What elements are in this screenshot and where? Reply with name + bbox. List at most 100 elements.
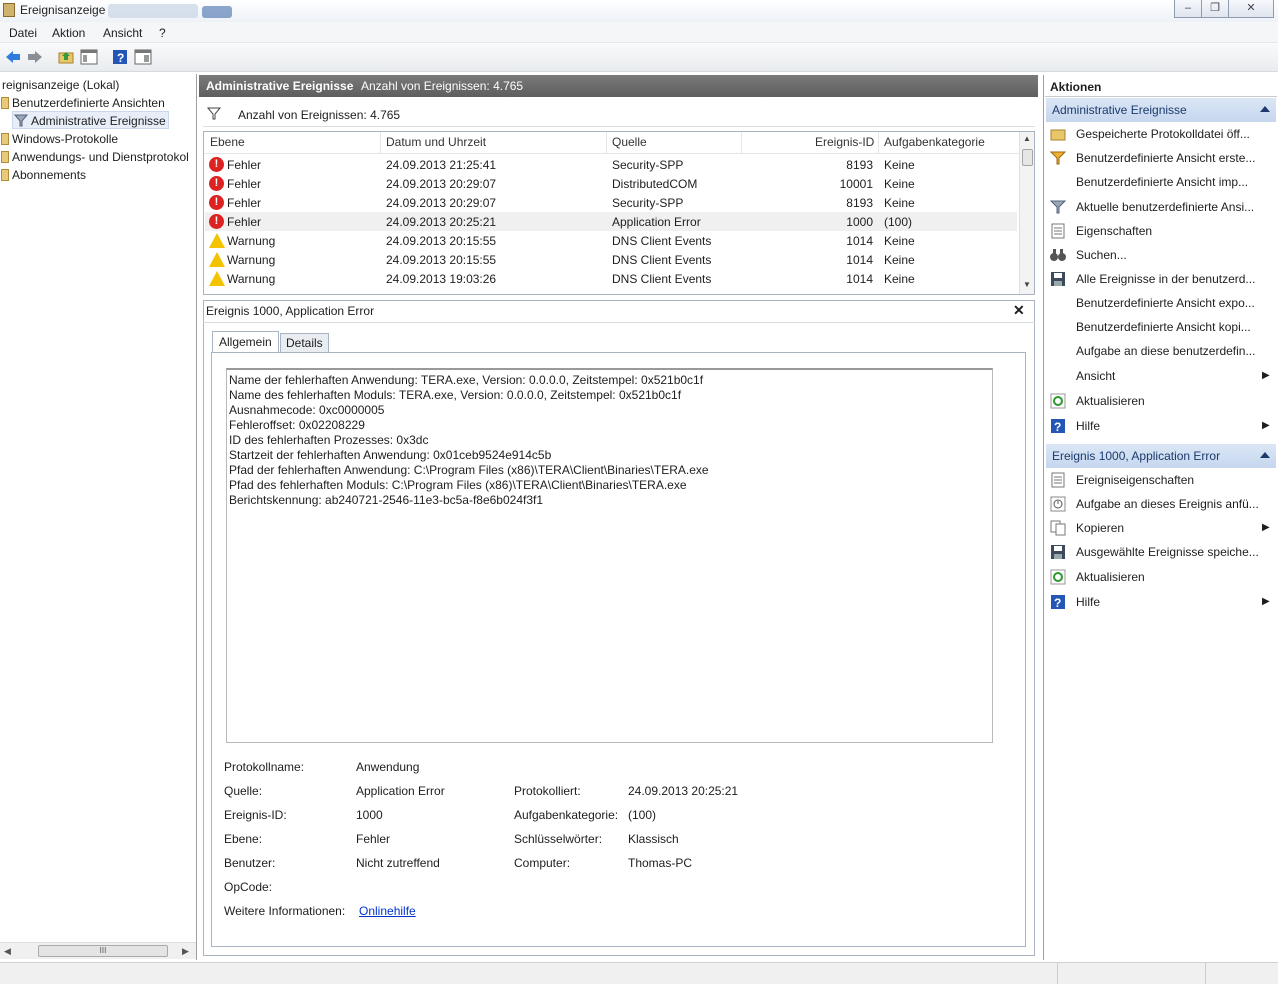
action-aktuelle-ansicht-filtern[interactable]: Aktuelle benutzerdefinierte Ansi...: [1076, 200, 1254, 214]
window-title: Ereignisanzeige: [20, 3, 106, 17]
action-ansicht-erstellen[interactable]: Benutzerdefinierte Ansicht erste...: [1076, 151, 1255, 165]
menu-help[interactable]: ?: [159, 26, 166, 40]
action-hilfe[interactable]: Hilfe: [1076, 419, 1100, 433]
help-icon: ?: [1050, 594, 1066, 610]
column-header-datum[interactable]: Datum und Uhrzeit: [386, 135, 486, 149]
help-icon[interactable]: ?: [111, 48, 129, 66]
scroll-left-arrow-icon[interactable]: ◀: [4, 946, 11, 957]
event-properties-icon: [1050, 472, 1066, 488]
column-header-ereignis-id[interactable]: Ereignis-ID: [815, 135, 874, 149]
action-aufgabe-anfuegen[interactable]: Aufgabe an diese benutzerdefin...: [1076, 344, 1255, 358]
minimize-button[interactable]: –: [1174, 0, 1202, 18]
tree-horizontal-scrollbar[interactable]: ◀ III ▶: [0, 942, 196, 959]
console-tree: [0, 74, 197, 960]
action-ansicht-importieren[interactable]: Benutzerdefinierte Ansicht imp...: [1076, 175, 1248, 189]
table-row[interactable]: ! Fehler 24.09.2013 21:25:41 Security-SP…: [205, 155, 1017, 174]
menu-datei[interactable]: Datei: [9, 26, 37, 40]
label-opcode: OpCode:: [224, 880, 273, 894]
action-ansicht-exportieren[interactable]: Benutzerdefinierte Ansicht expo...: [1076, 296, 1255, 310]
maximize-button[interactable]: ❐: [1201, 0, 1229, 18]
error-icon: !: [209, 195, 224, 210]
forward-arrow-icon[interactable]: [26, 48, 44, 66]
table-row[interactable]: Warnung 24.09.2013 20:15:55 DNS Client E…: [205, 250, 1017, 269]
refresh-icon: [1050, 393, 1066, 409]
svg-text:?: ?: [117, 51, 124, 65]
scroll-up-arrow-icon[interactable]: ▲: [1023, 134, 1031, 143]
tree-item-administrative-ereignisse[interactable]: Administrative Ereignisse: [13, 114, 166, 128]
table-row[interactable]: Warnung 24.09.2013 20:15:55 DNS Client E…: [205, 231, 1017, 250]
column-header-ebene[interactable]: Ebene: [210, 135, 245, 149]
back-arrow-icon[interactable]: [4, 48, 22, 66]
tab-details[interactable]: Details: [280, 333, 329, 353]
table-row[interactable]: ! Fehler 24.09.2013 20:29:07 Distributed…: [205, 174, 1017, 193]
binoculars-icon: [1050, 247, 1066, 263]
table-row[interactable]: Warnung 24.09.2013 19:03:26 DNS Client E…: [205, 269, 1017, 288]
filter-count-text: Anzahl von Ereignissen: 4.765: [238, 108, 401, 122]
taskbar-tab-blurred-2: [202, 6, 232, 18]
action-hilfe-2[interactable]: Hilfe: [1076, 595, 1100, 609]
action-ansicht-menu[interactable]: Ansicht: [1076, 369, 1115, 383]
collapse-arrow-icon[interactable]: [1260, 106, 1270, 112]
message-line: Fehleroffset: 0x02208229: [229, 418, 365, 432]
label-aufgabenkategorie: Aufgabenkategorie:: [514, 808, 619, 822]
scroll-down-arrow-icon[interactable]: ▼: [1023, 280, 1031, 289]
folder-icon: [1, 97, 9, 109]
scroll-thumb[interactable]: [1022, 149, 1033, 166]
refresh-icon: [1050, 569, 1066, 585]
center-pane-header: Administrative Ereignisse Anzahl von Ere…: [199, 75, 1038, 97]
message-line: Berichtskennung: ab240721-2546-11e3-bc5a…: [229, 493, 544, 507]
detail-title: Ereignis 1000, Application Error: [206, 304, 375, 318]
table-row-selected[interactable]: ! Fehler 24.09.2013 20:25:21 Application…: [205, 212, 1017, 231]
menu-aktion[interactable]: Aktion: [52, 26, 85, 40]
onlinehilfe-link[interactable]: Onlinehilfe: [359, 904, 416, 918]
help-icon: ?: [1050, 418, 1066, 434]
event-message-box[interactable]: Name der fehlerhaften Anwendung: TERA.ex…: [226, 368, 993, 743]
message-line: Pfad des fehlerhaften Moduls: C:\Program…: [229, 478, 687, 492]
label-ereignis-id: Ereignis-ID:: [224, 808, 287, 822]
save-icon: [1050, 544, 1066, 560]
message-line: Pfad der fehlerhaften Anwendung: C:\Prog…: [229, 463, 709, 477]
menu-ansicht[interactable]: Ansicht: [103, 26, 142, 40]
close-window-button[interactable]: ✕: [1228, 0, 1274, 18]
toolbar: [0, 43, 1278, 72]
show-hide-console-tree-icon[interactable]: [80, 48, 98, 66]
action-suchen[interactable]: Suchen...: [1076, 248, 1127, 262]
action-ereigniseigenschaften[interactable]: Ereigniseigenschaften: [1076, 473, 1194, 487]
table-vertical-scrollbar[interactable]: ▲ ▼: [1019, 132, 1034, 294]
action-ansicht-kopieren[interactable]: Benutzerdefinierte Ansicht kopi...: [1076, 320, 1251, 334]
value-protokolliert: 24.09.2013 20:25:21: [628, 784, 739, 798]
event-viewer-app-icon: [3, 3, 15, 17]
tree-item-benutzerdefinierte-ansichten[interactable]: Benutzerdefinierte Ansichten: [1, 96, 165, 110]
tree-root[interactable]: reignisanzeige (Lokal): [2, 78, 119, 92]
value-protokollname: Anwendung: [356, 760, 420, 774]
action-gespeicherte-protokolldatei[interactable]: Gespeicherte Protokolldatei öff...: [1076, 127, 1250, 141]
tab-allgemein[interactable]: Allgemein: [212, 331, 279, 354]
column-header-aufgabenkategorie[interactable]: Aufgabenkategorie: [884, 135, 985, 149]
detail-close-button[interactable]: ✕: [1013, 302, 1025, 319]
label-protokolliert: Protokolliert:: [514, 784, 581, 798]
section-header-administrative-ereignisse[interactable]: Administrative Ereignisse: [1046, 98, 1276, 122]
tree-item-windows-protokolle[interactable]: Windows-Protokolle: [1, 132, 118, 146]
action-kopieren[interactable]: Kopieren: [1076, 521, 1124, 535]
action-ausgewaehlte-speichern[interactable]: Ausgewählte Ereignisse speiche...: [1076, 545, 1259, 559]
task-icon: [1050, 496, 1066, 512]
folder-up-icon[interactable]: [57, 48, 75, 66]
scroll-right-arrow-icon[interactable]: ▶: [182, 946, 189, 957]
table-row[interactable]: ! Fehler 24.09.2013 20:29:07 Security-SP…: [205, 193, 1017, 212]
action-alle-ereignisse-speichern[interactable]: Alle Ereignisse in der benutzerd...: [1076, 272, 1255, 286]
collapse-arrow-icon[interactable]: [1260, 452, 1270, 458]
scroll-thumb[interactable]: III: [38, 945, 168, 957]
section-header-ereignis[interactable]: Ereignis 1000, Application Error: [1046, 444, 1276, 468]
label-computer: Computer:: [514, 856, 571, 870]
tree-item-anwendungs-und-dienstprotokolle[interactable]: Anwendungs- und Dienstprotokol: [1, 150, 196, 164]
message-line: Name des fehlerhaften Moduls: TERA.exe, …: [229, 388, 682, 402]
table-header: Ebene Datum und Uhrzeit Quelle Ereignis-…: [204, 132, 1020, 154]
tree-item-abonnements[interactable]: Abonnements: [1, 168, 86, 182]
column-header-quelle[interactable]: Quelle: [612, 135, 647, 149]
status-bar: [0, 962, 1278, 984]
action-eigenschaften[interactable]: Eigenschaften: [1076, 224, 1152, 238]
show-hide-action-pane-icon[interactable]: [134, 48, 152, 66]
action-aktualisieren[interactable]: Aktualisieren: [1076, 394, 1145, 408]
action-aktualisieren-2[interactable]: Aktualisieren: [1076, 570, 1145, 584]
action-aufgabe-an-ereignis[interactable]: Aufgabe an dieses Ereignis anfü...: [1076, 497, 1259, 511]
